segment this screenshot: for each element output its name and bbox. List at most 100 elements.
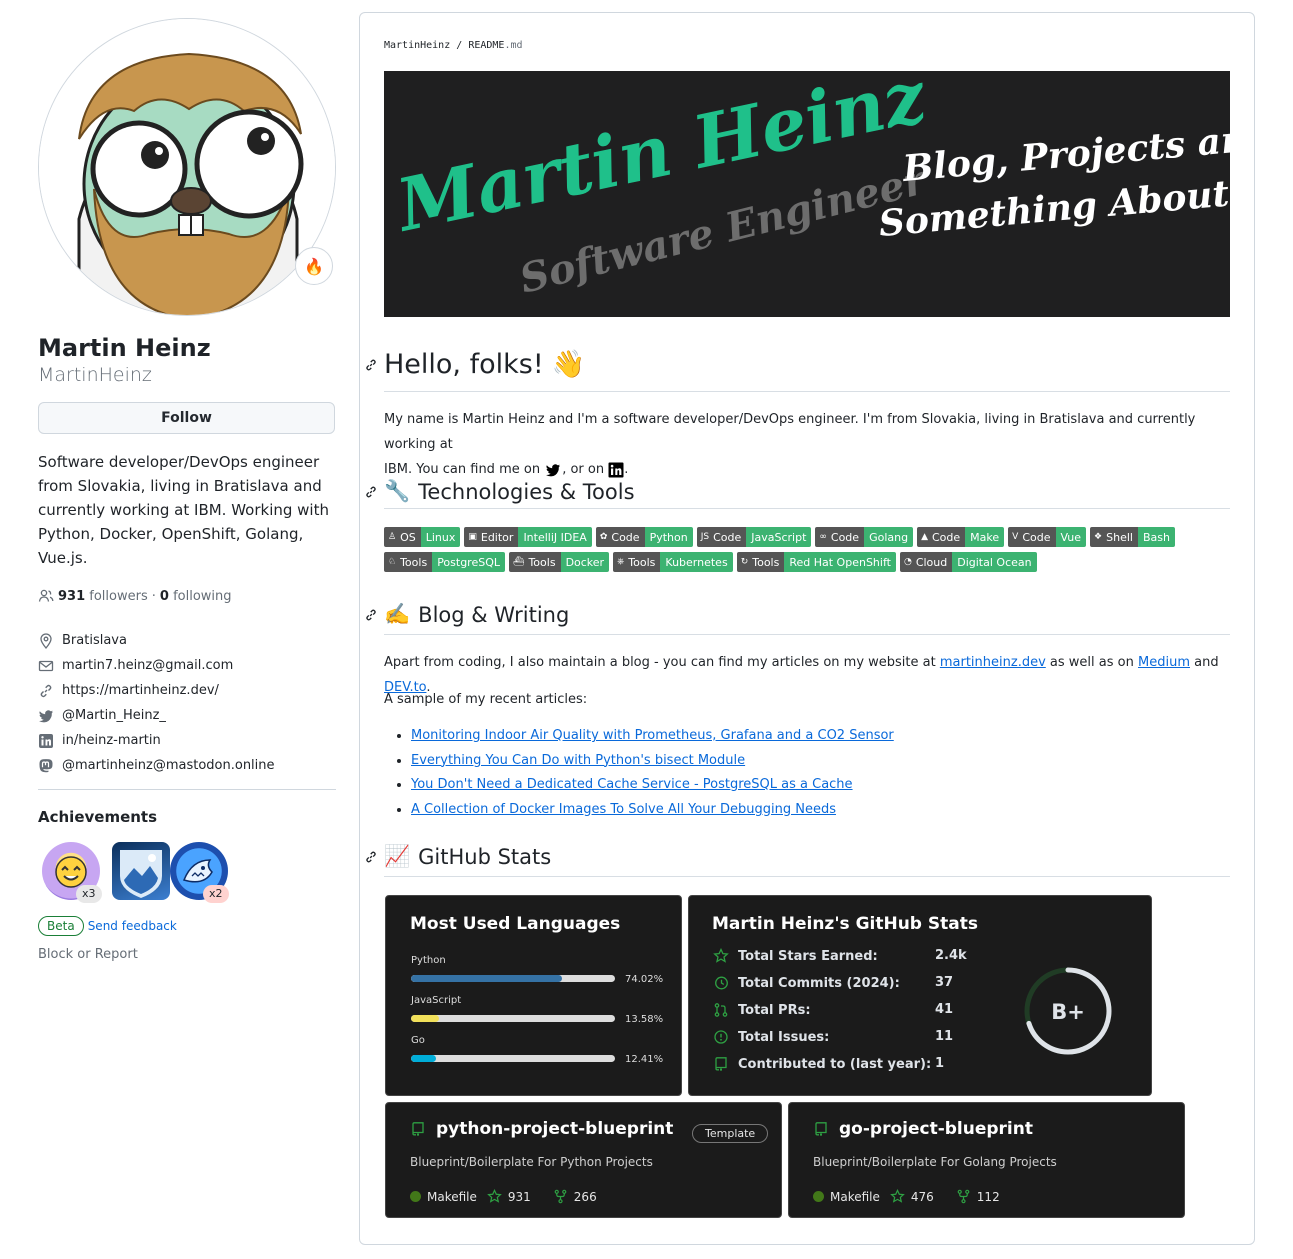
vue-icon: V <box>1012 532 1019 542</box>
shield-value: Digital Ocean <box>952 552 1037 572</box>
shield-value: Golang <box>864 527 914 547</box>
status-emoji-button[interactable]: 🔥 <box>295 247 333 285</box>
following-label: following <box>173 588 232 604</box>
send-feedback-link[interactable]: Send feedback <box>88 919 177 933</box>
language-name: Python <box>411 955 446 966</box>
article-link[interactable]: Monitoring Indoor Air Quality with Prome… <box>411 728 894 743</box>
repo-language: Makefile <box>427 1189 477 1204</box>
docker-icon: ⛴ <box>513 557 525 567</box>
tech-shield: ∞ Code Golang <box>815 527 914 547</box>
tech-shield: ▲ Code Make <box>917 527 1005 547</box>
tech-shields: ♙ OS Linux ▣ Editor IntelliJ IDEA ✿ Code Python J… <box>384 527 1230 572</box>
shield-label-text: Editor <box>480 530 514 544</box>
pull-request-icon <box>714 1003 728 1017</box>
repo-title: python-project-blueprint <box>410 1119 673 1139</box>
bash-icon: ❖ <box>1094 532 1103 542</box>
shield-value: Python <box>644 527 693 547</box>
writing-hand-icon: ✍️ <box>384 602 411 626</box>
tech-heading-text: Technologies & Tools <box>418 479 635 504</box>
heading-rule <box>384 391 1230 392</box>
shield-value: Kubernetes <box>660 552 733 572</box>
pull-shark-count: x2 <box>203 885 229 903</box>
shield-label: ▲ Code <box>917 527 966 547</box>
tech-shield: ↻ Tools Red Hat OpenShift <box>736 552 896 572</box>
tech-shield: ♘ Tools PostgreSQL <box>384 552 506 572</box>
shield-label-text: Cloud <box>915 555 948 569</box>
language-bar-fill <box>411 975 562 982</box>
shield-label: ⎈ Tools <box>613 552 661 572</box>
languages-card[interactable]: Most Used Languages Python 74.02% JavaSc… <box>385 895 682 1096</box>
location-text: Bratislava <box>62 633 127 648</box>
banner-image: Martin Heinz Software Engineer Blog, Pro… <box>384 71 1230 317</box>
list-item: Everything You Can Do with Python's bise… <box>411 749 894 774</box>
shield-value: JavaScript <box>746 527 812 547</box>
twitter-item[interactable]: @Martin_Heinz_ <box>38 703 275 728</box>
profile-bio: Software developer/DevOps engineer from … <box>38 453 329 567</box>
stat-label: Total Commits (2024): <box>738 975 900 991</box>
tech-shield: ❖ Shell Bash <box>1090 527 1175 547</box>
website-link[interactable]: https://martinheinz.dev/ <box>62 683 219 698</box>
heading-rule <box>384 508 1230 509</box>
starstruck-count: x3 <box>76 885 102 903</box>
separator: · <box>151 588 156 604</box>
heading-anchor-link-icon[interactable] <box>364 608 378 622</box>
achievements-title[interactable]: Achievements <box>38 808 157 826</box>
heading-anchor-link-icon[interactable] <box>364 358 378 372</box>
crumb-user[interactable]: MartinHeinz <box>384 40 450 51</box>
waving-hand-icon: 👋 <box>551 349 586 380</box>
article-link[interactable]: A Collection of Docker Images To Solve A… <box>411 802 836 817</box>
website-item[interactable]: https://martinheinz.dev/ <box>38 678 275 703</box>
language-name: JavaScript <box>411 995 462 1006</box>
follow-button[interactable]: Follow <box>38 402 335 434</box>
article-link[interactable]: You Don't Need a Dedicated Cache Service… <box>411 777 853 792</box>
martinheinz-dev-link[interactable]: martinheinz.dev <box>940 655 1046 670</box>
github-stats-card[interactable]: Martin Heinz's GitHub Stats Total Stars … <box>688 895 1152 1096</box>
following-link[interactable]: 0 following <box>160 589 232 604</box>
stat-value: 2.4k <box>935 948 967 963</box>
rank-ring: B+ <box>1024 967 1112 1055</box>
repo-card[interactable]: python-project-blueprint Template Bluepr… <box>385 1102 782 1218</box>
shield-label: JS Code <box>696 527 747 547</box>
star-icon <box>487 1189 502 1203</box>
heading-anchor-link-icon[interactable] <box>364 485 378 499</box>
block-or-report-link[interactable]: Block or Report <box>38 947 138 962</box>
intro-line-1: My name is Martin Heinz and I'm a softwa… <box>384 412 1196 452</box>
crumb-file[interactable]: README <box>468 40 504 51</box>
shield-value: Make <box>965 527 1005 547</box>
heading-anchor-link-icon[interactable] <box>364 850 378 864</box>
linkedin-icon <box>39 733 53 748</box>
mastodon-item[interactable]: @martinheinz@mastodon.online <box>38 753 275 778</box>
linkedin-item[interactable]: in/heinz-martin <box>38 728 275 753</box>
shield-value: Linux <box>420 527 461 547</box>
twitter-bird-icon[interactable] <box>544 462 562 478</box>
repo-card[interactable]: go-project-blueprint Blueprint/Boilerpla… <box>788 1102 1185 1218</box>
twitter-link[interactable]: @Martin_Heinz_ <box>62 708 166 723</box>
tech-shield: ▣ Editor IntelliJ IDEA <box>464 527 592 547</box>
linkedin-square-icon[interactable] <box>608 462 624 478</box>
email-link[interactable]: martin7.heinz@gmail.com <box>62 658 233 673</box>
shield-label: ◔ Cloud <box>899 552 953 572</box>
mail-icon <box>38 660 54 671</box>
articles-intro: A sample of my recent articles: <box>384 692 588 707</box>
article-link[interactable]: Everything You Can Do with Python's bise… <box>411 753 745 768</box>
email-item[interactable]: martin7.heinz@gmail.com <box>38 653 275 678</box>
arctic-code-vault-badge[interactable] <box>112 842 170 900</box>
tech-shield: ⛴ Tools Docker <box>509 552 610 572</box>
repo-title: go-project-blueprint <box>813 1119 1033 1139</box>
mastodon-link[interactable]: @martinheinz@mastodon.online <box>62 758 275 773</box>
linkedin-link[interactable]: in/heinz-martin <box>62 733 161 748</box>
beta-feedback: Beta Send feedback <box>38 916 177 936</box>
repo-description: Blueprint/Boilerplate For Golang Project… <box>813 1155 1057 1169</box>
shield-label: ❖ Shell <box>1090 527 1138 547</box>
stat-row: Total Commits (2024): <box>713 975 900 991</box>
language-bar <box>411 1055 615 1062</box>
repo-forks: 266 <box>573 1189 597 1204</box>
following-count: 0 <box>159 588 169 604</box>
medium-link[interactable]: Medium <box>1138 655 1190 670</box>
avatar[interactable] <box>38 18 336 316</box>
articles-list: Monitoring Indoor Air Quality with Prome… <box>396 724 894 822</box>
profile-username: MartinHeinz <box>38 364 152 386</box>
shield-label-text: Tools <box>628 555 656 569</box>
shield-value: Vue <box>1055 527 1087 547</box>
followers-link[interactable]: 931 followers <box>58 589 148 604</box>
